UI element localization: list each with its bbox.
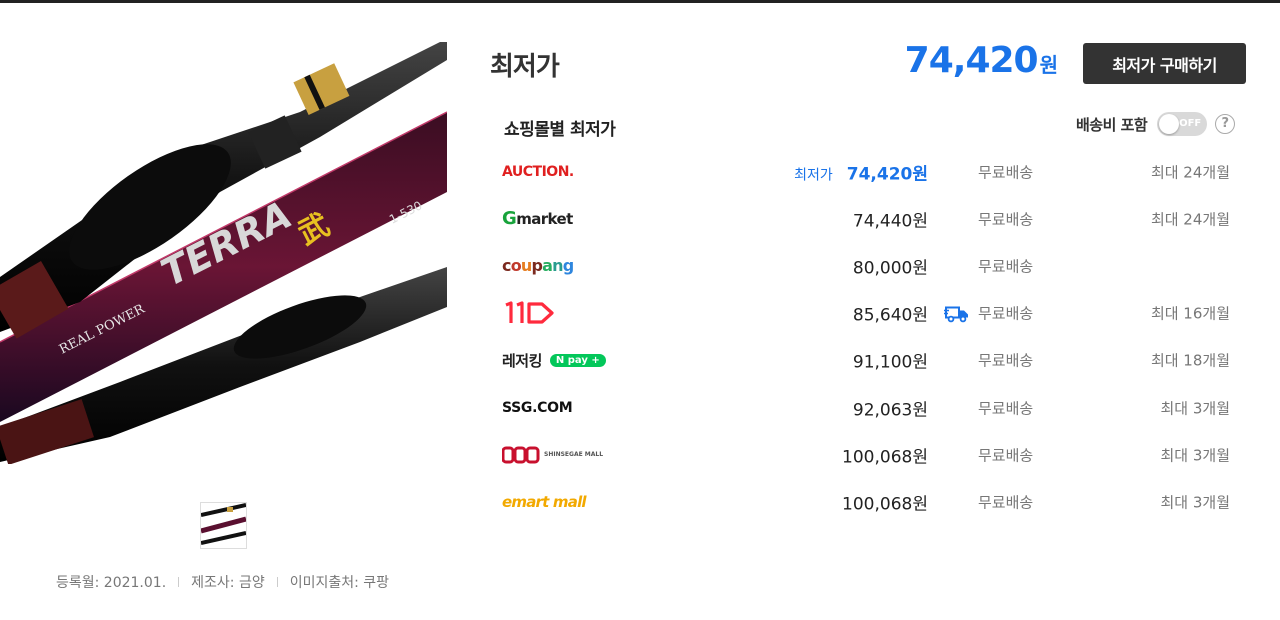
installment: 최대 24개월: [1150, 210, 1230, 229]
mall-name: Gmarket: [502, 208, 573, 230]
shipping-toggle-group: 배송비 포함 OFF ?: [1076, 112, 1236, 136]
leisureking-logo[interactable]: 레저킹 N pay +: [502, 346, 606, 374]
table-row[interactable]: SSG.COM 92,063원 무료배송 최대 3개월: [500, 384, 1240, 431]
shipping: 무료배송: [978, 444, 1033, 465]
price[interactable]: 85,640원: [853, 301, 928, 326]
mall-price-list: AUCTION. 최저가 74,420원 무료배송 최대 24개월 Gmarke…: [500, 148, 1240, 526]
11st-logo[interactable]: [502, 299, 556, 327]
price-value: 91,100원: [852, 352, 928, 373]
gmarket-logo[interactable]: Gmarket: [502, 205, 573, 233]
price-value: 74,420원: [846, 164, 928, 185]
table-row[interactable]: coupang 80,000원 무료배송: [500, 242, 1240, 289]
currency-unit: 원: [1039, 53, 1058, 77]
table-row[interactable]: 85,640원 무료배송 최대 16개월: [500, 290, 1240, 337]
emartmall-logo[interactable]: emart mall: [502, 488, 587, 516]
installment: 최대 3개월: [1160, 493, 1230, 512]
installment: 최대 16개월: [1150, 304, 1230, 323]
product-meta: 등록월: 2021.01. 제조사: 금양 이미지출처: 쿠팡: [56, 572, 389, 592]
mall-name: SSG.COM: [502, 399, 573, 416]
buy-lowest-button[interactable]: 최저가 구매하기: [1083, 43, 1246, 84]
lowest-price-value: 74,420: [904, 40, 1039, 81]
shipping-toggle-label: 배송비 포함: [1076, 115, 1148, 134]
shipping-text: 무료배송: [978, 304, 1034, 323]
fast-delivery-truck-icon: [944, 306, 968, 322]
table-row[interactable]: emart mall 100,068원 무료배송 최대 3개월: [500, 478, 1240, 525]
price-value: 74,440원: [852, 211, 928, 232]
shipping: 무료배송: [978, 397, 1033, 418]
shipping: 무료배송: [978, 491, 1033, 512]
shipping-text: 무료배송: [978, 351, 1034, 370]
installment: 최대 24개월: [1150, 163, 1230, 182]
price-value: 100,068원: [842, 447, 928, 468]
shipping: 무료배송: [978, 255, 1033, 276]
table-row[interactable]: Gmarket 74,440원 무료배송 최대 24개월: [500, 195, 1240, 242]
npay-plus-badge: N pay +: [549, 353, 606, 367]
image-source: 이미지출처: 쿠팡: [289, 575, 390, 591]
registered-date: 등록월: 2021.01.: [56, 575, 167, 591]
help-icon[interactable]: ?: [1215, 114, 1236, 134]
lowest-tag: 최저가: [794, 167, 833, 184]
ssg-logo[interactable]: SSG.COM: [502, 394, 573, 422]
shipping-text: 무료배송: [978, 257, 1034, 276]
shipping: 무료배송: [978, 208, 1033, 229]
installment: 최대 3개월: [1160, 399, 1230, 418]
price-value: 100,068원: [842, 494, 928, 515]
divider: [178, 577, 180, 587]
mall-section-title: 쇼핑몰별 최저가: [504, 120, 616, 140]
shipping-text: 무료배송: [978, 163, 1034, 182]
price[interactable]: 74,440원: [853, 206, 928, 231]
price-value: 80,000원: [852, 258, 928, 279]
shipping-text: 무료배송: [978, 446, 1034, 465]
mall-name: SHINSEGAE MALL: [544, 451, 604, 459]
mall-name: emart mall: [502, 492, 587, 511]
shipping-text: 무료배송: [978, 493, 1034, 512]
shipping: 무료배송: [978, 161, 1033, 182]
table-row[interactable]: SHINSEGAE MALL 100,068원 무료배송 최대 3개월: [500, 431, 1240, 478]
shinsegae-mark: [502, 446, 540, 464]
price-value: 85,640원: [852, 305, 928, 326]
price[interactable]: 92,063원: [853, 395, 928, 420]
manufacturer: 제조사: 금양: [191, 575, 265, 591]
shipping-text: 무료배송: [978, 399, 1034, 418]
table-row[interactable]: 레저킹 N pay + 91,100원 무료배송 최대 18개월: [500, 337, 1240, 384]
lowest-price: 74,420 원: [880, 40, 1058, 81]
shipping-text: 무료배송: [978, 210, 1034, 229]
top-border: [0, 0, 1280, 3]
price[interactable]: 91,100원: [853, 348, 928, 373]
toggle-knob: [1159, 114, 1180, 134]
mall-name: AUCTION.: [502, 163, 574, 180]
price[interactable]: 최저가 74,420원: [794, 159, 928, 184]
price-value: 92,063원: [852, 400, 928, 421]
mall-name: 레저킹: [502, 351, 542, 370]
auction-logo[interactable]: AUCTION.: [502, 158, 574, 186]
mall-name: coupang: [502, 256, 574, 276]
table-row[interactable]: AUCTION. 최저가 74,420원 무료배송 최대 24개월: [500, 148, 1240, 195]
shipping: 무료배송: [944, 303, 1034, 324]
fishing-rod-illustration: TERRA REAL POWER 1-530 武: [0, 42, 447, 464]
shipping-fee-toggle[interactable]: OFF: [1157, 112, 1208, 136]
installment: 최대 3개월: [1160, 446, 1230, 465]
price[interactable]: 80,000원: [853, 253, 928, 278]
section-title: 최저가: [490, 52, 560, 82]
divider: [276, 577, 278, 587]
product-thumbnail[interactable]: [200, 502, 247, 549]
toggle-state: OFF: [1179, 118, 1202, 129]
thumbnail-rod-icon: [201, 503, 246, 545]
coupang-logo[interactable]: coupang: [502, 252, 574, 280]
product-main-image[interactable]: TERRA REAL POWER 1-530 武: [0, 42, 447, 464]
11st-logo-mark: [505, 301, 554, 324]
shinsegae-logo[interactable]: SHINSEGAE MALL: [502, 441, 603, 469]
price[interactable]: 100,068원: [842, 489, 928, 514]
price[interactable]: 100,068원: [842, 442, 928, 467]
installment: 최대 18개월: [1150, 351, 1230, 370]
shipping: 무료배송: [978, 350, 1033, 371]
